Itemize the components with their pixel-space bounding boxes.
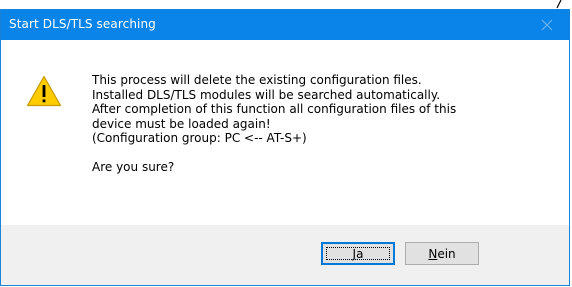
message-line: This process will delete the existing co… (92, 73, 422, 87)
message-line: After completion of this function all co… (92, 102, 457, 116)
desktop-background (0, 0, 572, 8)
dialog-title: Start DLS/TLS searching (9, 17, 156, 31)
close-icon (541, 19, 553, 31)
nein-mnemonic: N (428, 246, 438, 261)
close-button[interactable] (525, 10, 569, 40)
warning-icon (26, 75, 62, 107)
dialog-content: This process will delete the existing co… (1, 40, 569, 225)
button-bar: Ja Nein (1, 225, 569, 285)
nein-button[interactable]: Nein (405, 242, 479, 265)
mouse-cursor-icon (556, 0, 562, 9)
message-line: device must be loaded again! (92, 116, 271, 131)
message-line: Installed DLS/TLS modules will be search… (92, 87, 441, 102)
nein-label-rest: ein (437, 246, 456, 261)
dialog-message: This process will delete the existing co… (92, 73, 552, 175)
nein-button-label: Nein (428, 247, 455, 261)
message-spacer (92, 146, 552, 161)
ja-button[interactable]: Ja (321, 242, 395, 265)
dialog-window: Start DLS/TLS searching This process wil… (0, 9, 570, 286)
message-line: (Configuration group: PC <-- AT-S+) (92, 131, 307, 145)
title-bar[interactable]: Start DLS/TLS searching (1, 10, 569, 40)
confirmation-question: Are you sure? (92, 160, 175, 174)
focus-rectangle (326, 247, 390, 260)
